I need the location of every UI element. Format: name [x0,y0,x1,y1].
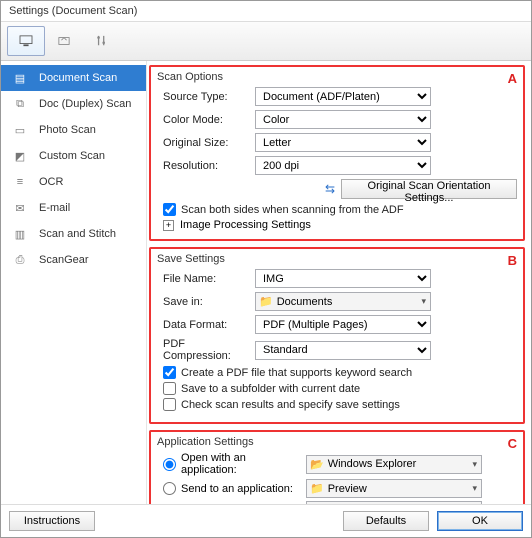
color-mode-select[interactable]: Color [255,110,431,129]
folder-icon: 📁 [259,295,273,308]
sidebar-item-email[interactable]: ✉ E-mail [1,195,146,221]
pdf-compression-select[interactable]: Standard [255,341,431,360]
sidebar-item-label: E-mail [39,202,70,214]
sidebar-item-custom-scan[interactable]: ◩ Custom Scan [1,143,146,169]
group-title: Save Settings [157,253,517,265]
resolution-label: Resolution: [157,160,249,172]
scangear-icon: ⎙ [9,252,31,268]
sidebar-item-label: Custom Scan [39,150,105,162]
instructions-button[interactable]: Instructions [9,511,95,531]
open-with-app-select[interactable]: 📂 Windows Explorer [306,455,482,474]
tools-icon [95,35,109,47]
group-title: Scan Options [157,71,517,83]
top-toolbar [1,22,531,61]
sidebar-item-label: Doc (Duplex) Scan [39,98,131,110]
email-icon: ✉ [9,200,31,216]
preview-icon: 📁 [310,482,324,495]
monitor-icon [19,35,33,47]
sidebar-item-label: Scan and Stitch [39,228,116,240]
orientation-settings-button[interactable]: Original Scan Orientation Settings... [341,179,517,199]
scan-to-device-tab[interactable] [45,26,83,56]
send-to-app-label: Send to an application: [181,483,301,495]
sidebar-item-label: OCR [39,176,63,188]
keyword-search-label: Create a PDF file that supports keyword … [181,367,412,379]
send-to-app-select[interactable]: 📁 Preview [306,479,482,498]
ocr-icon: ≡ [9,174,31,190]
source-type-select[interactable]: Document (ADF/Platen) [255,87,431,106]
expand-image-processing[interactable]: + [163,220,174,231]
sidebar-item-label: ScanGear [39,254,89,266]
check-results-label: Check scan results and specify save sett… [181,399,400,411]
annotation-b: B [508,253,517,268]
image-processing-label: Image Processing Settings [180,219,311,231]
scan-to-computer-tab[interactable] [7,26,45,56]
sidebar-item-scangear[interactable]: ⎙ ScanGear [1,247,146,273]
pdf-compression-label: PDF Compression: [157,338,249,362]
general-settings-tab[interactable] [83,26,121,56]
save-in-label: Save in: [157,296,249,308]
device-icon [57,35,71,47]
send-to-folder-select[interactable]: ☁ OneDrive [306,501,482,504]
scan-options-group: Scan Options A Source Type: Document (AD… [149,65,525,241]
defaults-button[interactable]: Defaults [343,511,429,531]
photo-icon: ▭ [9,122,31,138]
window-title: Settings (Document Scan) [1,1,531,22]
sidebar-item-ocr[interactable]: ≡ OCR [1,169,146,195]
source-type-label: Source Type: [157,91,249,103]
ok-button[interactable]: OK [437,511,523,531]
original-size-select[interactable]: Letter [255,133,431,152]
data-format-select[interactable]: PDF (Multiple Pages) [255,315,431,334]
sidebar-item-stitch[interactable]: ▥ Scan and Stitch [1,221,146,247]
original-size-label: Original Size: [157,137,249,149]
open-with-app-radio[interactable] [163,458,176,471]
file-name-label: File Name: [157,273,249,285]
sidebar-item-label: Document Scan [39,72,117,84]
data-format-label: Data Format: [157,319,249,331]
explorer-icon: 📂 [310,458,324,471]
stitch-icon: ▥ [9,226,31,242]
sidebar-item-document-scan[interactable]: ▤ Document Scan [1,65,146,91]
file-name-input[interactable]: IMG [255,269,431,288]
subfolder-label: Save to a subfolder with current date [181,383,360,395]
scan-both-sides-label: Scan both sides when scanning from the A… [181,204,404,216]
color-mode-label: Color Mode: [157,114,249,126]
keyword-search-checkbox[interactable] [163,366,176,379]
duplex-icon: ⧉ [9,96,31,112]
save-settings-group: Save Settings B File Name: IMG Save in: … [149,247,525,424]
resolution-select[interactable]: 200 dpi [255,156,431,175]
scan-both-sides-checkbox[interactable] [163,203,176,216]
save-in-value: Documents [277,296,333,308]
document-scan-icon: ▤ [9,70,31,86]
subfolder-checkbox[interactable] [163,382,176,395]
custom-icon: ◩ [9,148,31,164]
open-with-app-label: Open with an application: [181,452,301,476]
bottom-bar: Instructions Defaults OK [1,504,531,537]
sidebar-item-duplex-scan[interactable]: ⧉ Doc (Duplex) Scan [1,91,146,117]
swap-icon[interactable]: ⇆ [325,182,335,196]
save-in-select[interactable]: 📁 Documents [255,292,431,311]
application-settings-group: Application Settings C Open with an appl… [149,430,525,504]
send-to-app-radio[interactable] [163,482,176,495]
annotation-c: C [508,436,517,451]
sidebar-item-label: Photo Scan [39,124,96,136]
sidebar: ▤ Document Scan ⧉ Doc (Duplex) Scan ▭ Ph… [1,61,147,504]
group-title: Application Settings [157,436,517,448]
annotation-a: A [508,71,517,86]
check-results-checkbox[interactable] [163,398,176,411]
sidebar-item-photo-scan[interactable]: ▭ Photo Scan [1,117,146,143]
